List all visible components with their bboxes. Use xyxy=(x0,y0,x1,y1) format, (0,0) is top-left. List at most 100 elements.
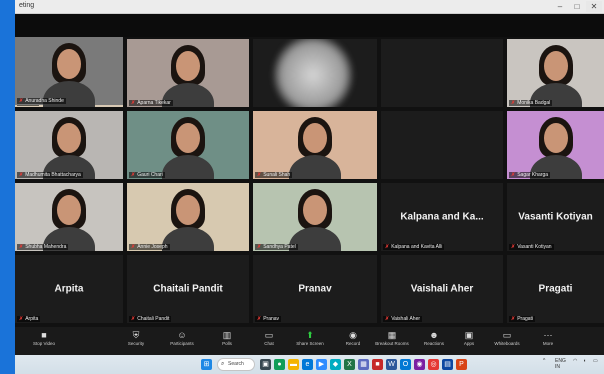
participant-face xyxy=(303,195,327,225)
participant-tile[interactable]: Chaitali Pandit ✗ Chaitali Pandit xyxy=(127,255,249,323)
participant-tile[interactable]: ✗ Sandhya Patel xyxy=(253,183,377,251)
mic-muted-icon: ✗ xyxy=(511,172,516,178)
battery-icon[interactable]: ▭ xyxy=(593,358,598,364)
participant-face xyxy=(543,123,568,153)
app-icon-3[interactable]: ▦ xyxy=(358,359,369,370)
app-icon-6[interactable]: ▤ xyxy=(442,359,453,370)
zoom-icon[interactable]: ▶ xyxy=(316,359,327,370)
mic-muted-icon: ✗ xyxy=(385,316,390,322)
close-button[interactable]: ✕ xyxy=(586,1,602,12)
participant-tile[interactable]: Kalpana and Ka... ✗ Kalpana and Kavita All… xyxy=(381,183,503,251)
app-icon-2[interactable]: ◆ xyxy=(330,359,341,370)
mic-muted-icon: ✗ xyxy=(257,244,262,250)
word-icon[interactable]: W xyxy=(386,359,397,370)
maximize-button[interactable]: □ xyxy=(569,1,585,12)
participant-name-label: ✗ Annie Joseph xyxy=(129,244,170,250)
taskbar-search[interactable]: ⌕ Search xyxy=(217,358,255,371)
participant-name-label: ✗ Arpita xyxy=(17,316,41,322)
participant-tile[interactable]: ✗ Sunali Shah xyxy=(253,111,377,179)
participants-icon: ☺ xyxy=(177,330,187,340)
toolbar-button-label: Stop Video xyxy=(33,341,55,346)
toolbar-button[interactable]: ⛨ Security xyxy=(119,329,153,346)
participant-tile[interactable] xyxy=(253,39,377,107)
participant-tile[interactable] xyxy=(381,39,503,107)
participant-name-label: ✗ Sagar Kharga xyxy=(509,172,551,178)
toolbar-button-label: Apps xyxy=(463,341,475,346)
participant-tile[interactable]: ✗ Monika Badgal xyxy=(507,39,604,107)
toolbar-button[interactable]: ☺ Participants xyxy=(165,329,199,346)
mic-muted-icon: ✗ xyxy=(131,100,136,106)
participant-tile[interactable]: ✗ Sagar Kharga xyxy=(507,111,604,179)
toolbar-button[interactable]: ■ Stop Video xyxy=(27,329,61,346)
blurred-participant xyxy=(273,39,353,107)
participant-name-large: Vasanti Kotiyan xyxy=(518,211,593,223)
participant-tile[interactable]: ✗ Anuradha Shinde xyxy=(15,37,123,105)
toolbar-button[interactable]: ◉ Record xyxy=(336,329,370,346)
participant-name: Shubha Mahendra xyxy=(25,244,67,250)
tray-chevron-icon[interactable]: ^ xyxy=(543,358,545,364)
participant-tile[interactable]: ✗ Aparna Tikekar xyxy=(127,39,249,107)
participant-tile[interactable]: Vasanti Kotiyan ✗ Vasanti Kotiyan xyxy=(507,183,604,251)
file-explorer-icon[interactable]: ▬ xyxy=(288,359,299,370)
participant-name: Vasanti Kotiyan xyxy=(517,244,552,250)
app-icon-1[interactable]: ● xyxy=(274,359,285,370)
mic-muted-icon: ✗ xyxy=(511,244,516,250)
wifi-icon[interactable]: ◠ xyxy=(573,358,577,364)
participant-tile[interactable] xyxy=(381,111,503,179)
toolbar-button[interactable]: ▥ Polls xyxy=(210,329,244,346)
participant-name: Arpita xyxy=(25,316,39,322)
participant-tile[interactable]: ✗ Annie Joseph xyxy=(127,183,249,251)
language-indicator[interactable]: ENG IN xyxy=(555,358,566,370)
chrome-icon[interactable]: ◎ xyxy=(428,359,439,370)
toolbar-button[interactable]: ▭ Chat xyxy=(252,329,286,346)
participant-name-label: ✗ Sandhya Patel xyxy=(255,244,298,250)
task-view-icon[interactable]: ▣ xyxy=(260,359,271,370)
edge-icon[interactable]: e xyxy=(302,359,313,370)
toolbar-button[interactable]: ☻ Reactions xyxy=(417,329,451,346)
participant-name-large: Pragati xyxy=(538,283,573,295)
minimize-button[interactable]: – xyxy=(552,1,568,12)
participant-face xyxy=(57,49,81,79)
mic-muted-icon: ✗ xyxy=(511,316,516,322)
toolbar-button[interactable]: ⬆ Share Screen xyxy=(293,329,327,346)
windows-start-icon[interactable]: ⊞ xyxy=(201,359,212,370)
participant-name-label: ✗ Monika Badgal xyxy=(509,100,553,106)
participant-name: Kalpana and Kavita Alli xyxy=(391,244,443,250)
toolbar-button[interactable]: ⋯ More xyxy=(531,329,565,346)
app-icon-4[interactable]: ■ xyxy=(372,359,383,370)
participant-name-large: Vaishali Aher xyxy=(410,283,474,295)
participant-tile[interactable]: ✗ Gauri Chari xyxy=(127,111,249,179)
video-grid: ✗Neha✗Aparna Tikekar✗Monika Badgal✗Madhu… xyxy=(15,37,604,327)
participant-name: Annie Joseph xyxy=(137,244,168,250)
participant-name-label: ✗ Gauri Chari xyxy=(129,172,165,178)
participant-tile[interactable]: ✗ Madhumita Bhattacharya xyxy=(15,111,123,179)
app-icon-5[interactable]: ◉ xyxy=(414,359,425,370)
toolbar-button-label: Breakout Rooms xyxy=(375,341,409,346)
toolbar-button-label: Reactions xyxy=(423,341,444,346)
outlook-icon[interactable]: O xyxy=(400,359,411,370)
toolbar-button[interactable]: ▣ Apps xyxy=(452,329,486,346)
excel-icon[interactable]: X xyxy=(344,359,355,370)
toolbar-button[interactable]: ▦ Breakout Rooms xyxy=(375,329,409,346)
toolbar-button-label: Share Screen xyxy=(296,341,324,346)
participant-tile[interactable]: ✗ Shubha Mahendra xyxy=(15,183,123,251)
participant-tile[interactable]: Pragati ✗ Pragati xyxy=(507,255,604,323)
mic-muted-icon: ✗ xyxy=(19,98,24,104)
powerpoint-icon[interactable]: P xyxy=(456,359,467,370)
participant-name: Sandhya Patel xyxy=(263,244,296,250)
share-screen-icon: ⬆ xyxy=(306,330,314,340)
mic-muted-icon: ✗ xyxy=(131,244,136,250)
participant-name: Madhumita Bhattacharya xyxy=(25,172,81,178)
toolbar-button-label: More xyxy=(542,341,554,346)
participant-tile[interactable]: Arpita ✗ Arpita xyxy=(15,255,123,323)
participant-name-large: Pranav xyxy=(298,283,332,295)
participant-name: Anuradha Shinde xyxy=(25,98,64,104)
participant-tile[interactable]: Vaishali Aher ✗ Vaishali Aher xyxy=(381,255,503,323)
participant-name-label: ✗ Vaishali Aher xyxy=(383,316,423,322)
participant-name-label: ✗ Madhumita Bhattacharya xyxy=(17,172,83,178)
breakout-icon: ▦ xyxy=(387,330,397,340)
toolbar-button[interactable]: ▭ Whiteboards xyxy=(490,329,524,346)
volume-icon[interactable]: ◖ xyxy=(583,358,586,364)
window-title: eting xyxy=(19,2,35,9)
participant-tile[interactable]: Pranav ✗ Pranav xyxy=(253,255,377,323)
